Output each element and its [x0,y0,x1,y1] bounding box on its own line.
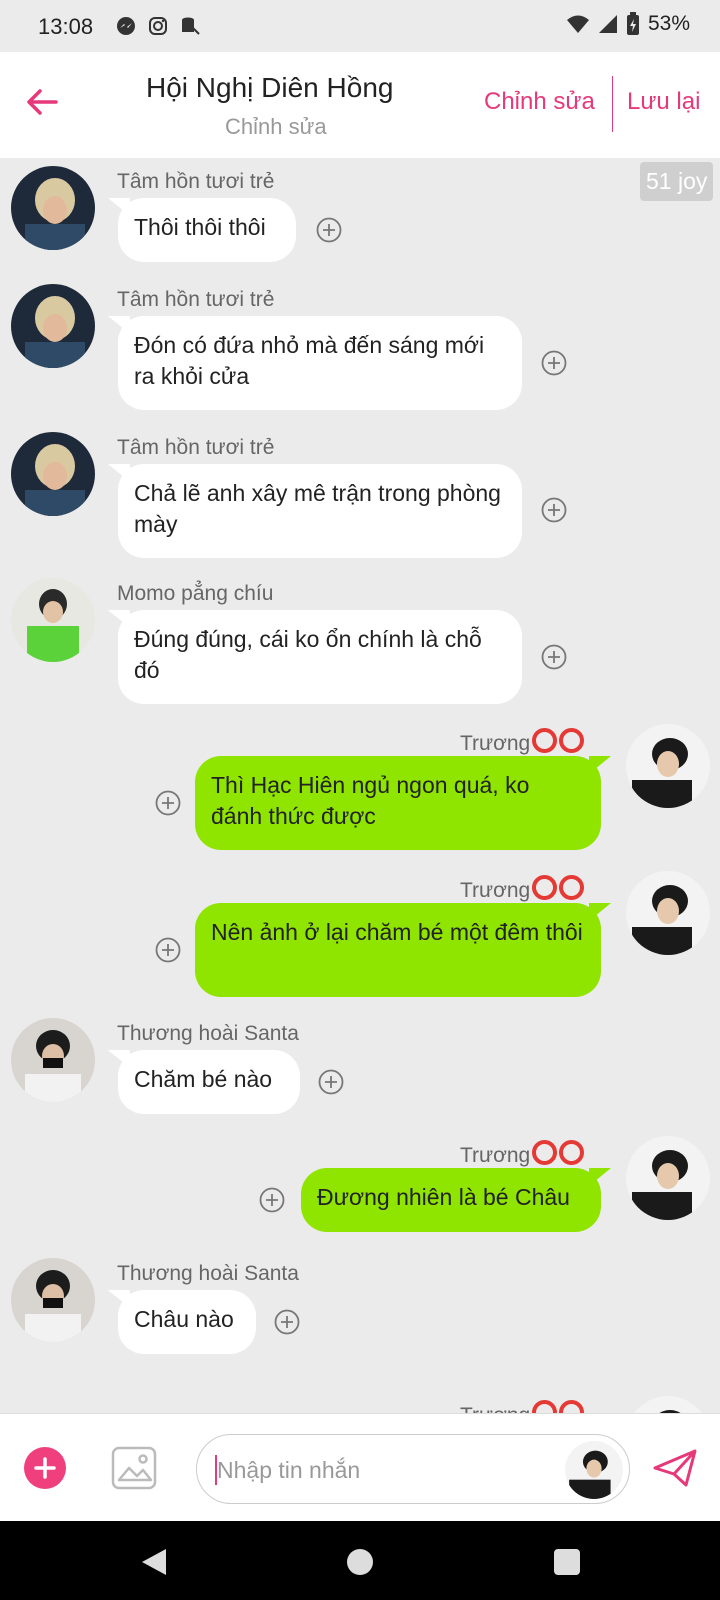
message-input-placeholder: Nhập tin nhắn [217,1457,361,1483]
nav-back-icon[interactable] [140,1547,168,1577]
signal-icon [598,15,617,33]
add-reaction-icon[interactable] [259,1187,285,1213]
ring-emoji-icon [530,875,585,906]
add-reaction-icon[interactable] [318,1069,344,1095]
status-bar: 13:08 53% [0,0,720,52]
add-reaction-icon[interactable] [541,350,567,376]
ring-emoji-icon [530,728,585,759]
back-arrow-icon[interactable] [22,82,62,122]
ring-emoji-icon [530,1140,585,1171]
wifi-icon [566,15,589,33]
sender-name: Trương [460,1400,585,1413]
avatar[interactable] [11,1018,95,1102]
sender-name: Trương [460,1140,585,1171]
message-input-bar: Nhập tin nhắn [0,1413,720,1522]
battery-percent: 53% [647,12,690,35]
avatar[interactable] [626,1396,710,1413]
message-bubble[interactable]: Chả lẽ anh xây mê trận trong phòng mày [108,464,522,558]
sender-name: Thương hoài Santa [117,1262,299,1285]
avatar[interactable] [626,871,710,955]
notification-icons [115,15,201,37]
add-reaction-icon[interactable] [541,497,567,523]
message-bubble[interactable]: Đón có đứa nhỏ mà đến sáng mới ra khỏi c… [108,316,522,410]
image-picker-icon[interactable] [111,1446,157,1490]
header-divider [612,76,613,132]
instagram-icon [149,17,167,35]
sender-name: Trương [460,875,585,906]
message-bubble[interactable]: Chăm bé nào [108,1050,300,1114]
sender-name: Tâm hồn tươi trẻ [117,170,275,193]
system-nav-bar [0,1521,720,1600]
chat-header: Hội Nghị Diên Hồng Chỉnh sửa Chỉnh sửa L… [0,52,720,158]
status-time: 13:08 [38,14,94,39]
chat-title: Hội Nghị Diên Hồng [146,72,394,103]
add-attachment-button[interactable] [24,1447,66,1489]
avatar[interactable] [11,284,95,368]
avatar[interactable] [11,432,95,516]
edit-button[interactable]: Chỉnh sửa [484,88,595,116]
sender-name: Tâm hồn tươi trẻ [117,436,275,459]
battery-icon [626,12,639,35]
nav-home-icon[interactable] [347,1549,373,1575]
avatar[interactable] [626,724,710,808]
message-bubble[interactable]: Châu nào [108,1290,256,1354]
message-bubble[interactable]: Đúng đúng, cái ko ổn chính là chỗ đó [108,610,522,704]
add-reaction-icon[interactable] [316,217,342,243]
plus-icon [34,1457,56,1479]
sender-avatar[interactable] [565,1441,623,1499]
sender-name: Momo pẳng chíu [117,582,274,605]
message-bubble[interactable]: Thôi thôi thôi [108,198,296,262]
avatar[interactable] [626,1136,710,1220]
message-list[interactable]: 51 joy Tâm hồn tươi trẻ Thôi thôi thôi T… [0,158,720,1413]
add-reaction-icon[interactable] [155,937,181,963]
message-bubble[interactable]: Nên ảnh ở lại chăm bé một đêm thôi [195,903,611,997]
sender-name: Tâm hồn tươi trẻ [117,288,275,311]
avatar[interactable] [11,1258,95,1342]
nav-recents-icon[interactable] [554,1549,580,1575]
storage-icon [182,17,200,35]
send-icon[interactable] [652,1448,698,1488]
add-reaction-icon[interactable] [155,790,181,816]
avatar[interactable] [11,578,95,662]
message-input[interactable]: Nhập tin nhắn [196,1434,630,1504]
chat-subtitle: Chỉnh sửa [225,114,327,139]
messenger-icon [117,17,135,35]
add-reaction-icon[interactable] [541,644,567,670]
add-reaction-icon[interactable] [274,1309,300,1335]
joy-badge: 51 joy [640,162,714,201]
sender-name: Thương hoài Santa [117,1022,299,1045]
avatar[interactable] [11,166,95,250]
system-status: 53% [566,12,690,36]
message-bubble[interactable]: Đương nhiên là bé Châu [301,1168,611,1232]
save-button[interactable]: Lưu lại [627,88,700,116]
ring-emoji-icon [530,1400,585,1413]
message-bubble[interactable]: Thì Hạc Hiên ngủ ngon quá, ko đánh thức … [195,756,611,850]
sender-name: Trương [460,728,585,759]
